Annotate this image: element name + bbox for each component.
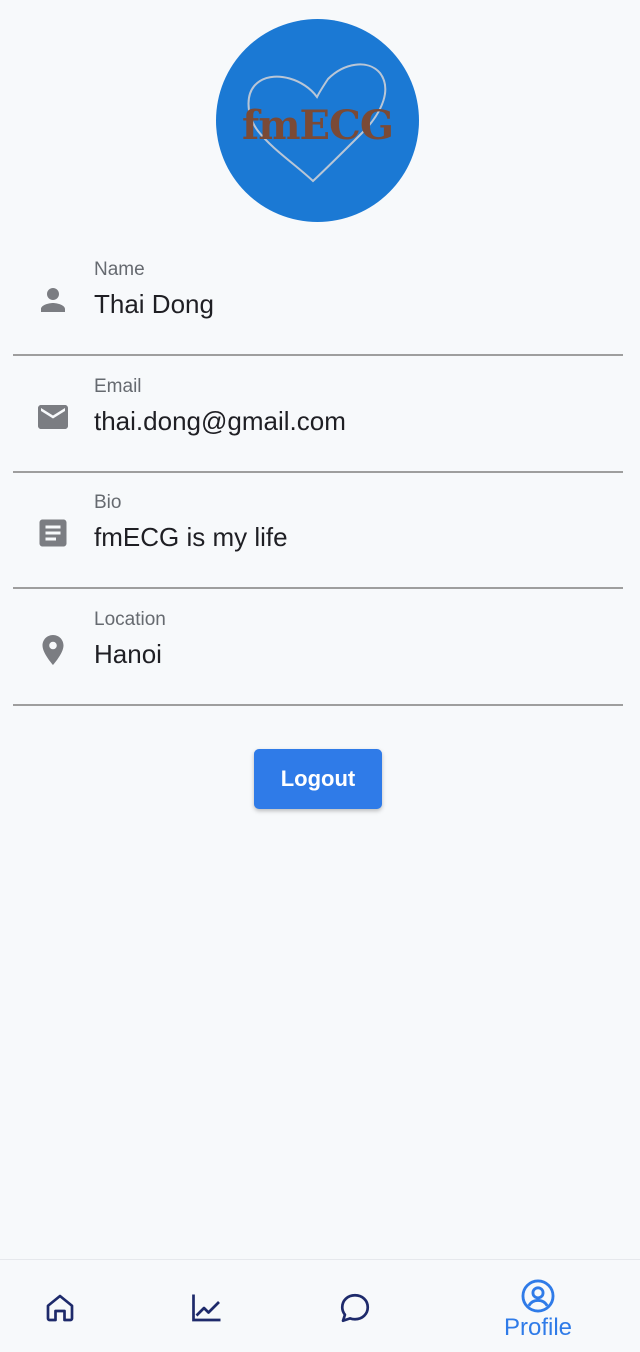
chart-icon — [192, 1294, 221, 1322]
location-label: Location — [94, 609, 166, 630]
bio-label: Bio — [94, 492, 122, 513]
article-icon — [39, 519, 67, 547]
profile-icon — [521, 1279, 555, 1313]
email-value[interactable]: thai.dong@gmail.com — [94, 405, 346, 437]
bio-field[interactable]: Bio fmECG is my life — [13, 473, 623, 589]
nav-profile-label: Profile — [503, 1314, 573, 1341]
email-label: Email — [94, 376, 142, 397]
bottom-navigation: Profile — [0, 1259, 640, 1352]
logout-button[interactable]: Logout — [254, 749, 382, 809]
location-value[interactable]: Hanoi — [94, 638, 162, 670]
logo-text: fmECG — [241, 102, 394, 149]
location-pin-icon — [42, 635, 64, 665]
location-field[interactable]: Location Hanoi — [13, 590, 623, 706]
mail-icon — [38, 405, 68, 429]
nav-home[interactable] — [20, 1260, 100, 1352]
chat-icon — [340, 1293, 370, 1323]
email-field[interactable]: Email thai.dong@gmail.com — [13, 357, 623, 473]
nav-chat[interactable] — [315, 1260, 395, 1352]
name-field[interactable]: Name Thai Dong — [13, 240, 623, 356]
home-icon — [46, 1294, 74, 1322]
name-value[interactable]: Thai Dong — [94, 288, 214, 320]
app-logo: fmECG — [216, 19, 419, 222]
nav-chart[interactable] — [167, 1260, 247, 1352]
nav-profile[interactable]: Profile — [488, 1260, 588, 1352]
profile-screen: fmECG Name Thai Dong Email thai.dong@gma… — [0, 0, 640, 1352]
bio-value[interactable]: fmECG is my life — [94, 521, 288, 553]
person-icon — [41, 288, 65, 312]
name-label: Name — [94, 259, 145, 280]
